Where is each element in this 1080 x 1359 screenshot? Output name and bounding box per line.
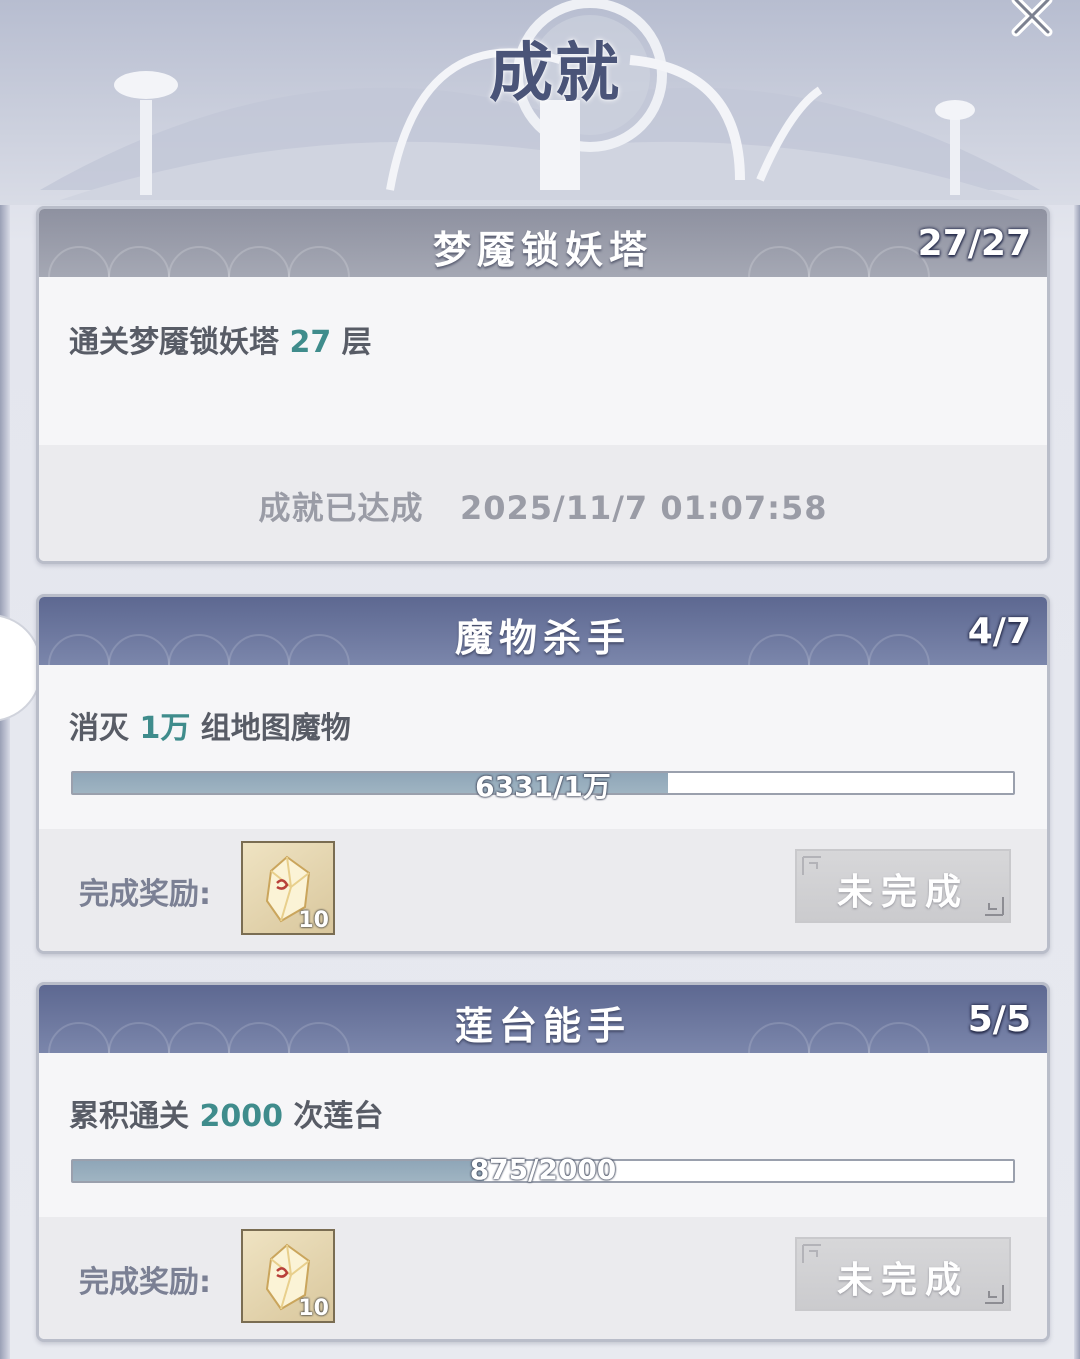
desc-text: 累积通关: [69, 1099, 200, 1134]
progress-text: 6331/1万: [475, 770, 611, 803]
progress-bar: 875/2000: [71, 1153, 1015, 1186]
achievement-card: 梦魇锁妖塔 27/27 通关梦魇锁妖塔 27 层 成就已达成 2025/11/7…: [36, 206, 1050, 564]
panel-header: 成就: [0, 0, 1080, 205]
close-icon[interactable]: [1004, 0, 1060, 40]
card-count: 27/27: [917, 223, 1031, 264]
desc-target-value: 2000: [199, 1099, 283, 1134]
card-title: 莲台能手: [454, 1003, 631, 1048]
achievement-description: 累积通关 2000 次莲台: [69, 1091, 383, 1135]
completion-timestamp: 2025/11/7 01:07:58: [459, 489, 828, 527]
reward-quantity: 10: [298, 1296, 329, 1321]
button-label: 未完成: [836, 1259, 969, 1301]
desc-target-value: 1万: [139, 711, 191, 746]
desc-text-suffix: 次莲台: [282, 1099, 384, 1134]
reward-item[interactable]: 10: [241, 841, 335, 935]
card-title: 魔物杀手: [454, 615, 631, 660]
incomplete-button[interactable]: 未完成: [795, 849, 1011, 923]
card-header: 梦魇锁妖塔 27/27: [39, 209, 1047, 277]
achievement-description: 消灭 1万 组地图魔物: [69, 703, 351, 747]
card-footer: 成就已达成 2025/11/7 01:07:58: [39, 445, 1047, 561]
desc-target-value: 27: [289, 325, 332, 360]
card-count: 4/7: [967, 611, 1031, 652]
desc-text-suffix: 组地图魔物: [190, 711, 351, 746]
card-count: 5/5: [967, 999, 1031, 1040]
reward-item[interactable]: 10: [241, 1229, 335, 1323]
card-title: 梦魇锁妖塔: [432, 227, 653, 272]
reward-label: 完成奖励:: [79, 1265, 211, 1300]
achievement-card: 魔物杀手 4/7 消灭 1万 组地图魔物 6331/1万 完成奖励: 10 未完…: [36, 594, 1050, 954]
achievement-description: 通关梦魇锁妖塔 27 层: [69, 317, 372, 361]
reward-label: 完成奖励:: [79, 877, 211, 912]
achievement-card: 莲台能手 5/5 累积通关 2000 次莲台 875/2000 完成奖励: 10…: [36, 982, 1050, 1342]
desc-text-suffix: 层: [331, 325, 372, 360]
card-footer: 完成奖励: 10 未完成: [39, 829, 1047, 951]
card-header: 魔物杀手 4/7: [39, 597, 1047, 665]
page-title: 成就: [489, 36, 621, 111]
progress-bar: 6331/1万: [71, 770, 1015, 803]
incomplete-button[interactable]: 未完成: [795, 1237, 1011, 1311]
status-text: 成就已达成: [258, 489, 424, 527]
reward-quantity: 10: [298, 908, 329, 933]
desc-text: 消灭: [69, 711, 140, 746]
progress-text: 875/2000: [469, 1153, 617, 1186]
button-label: 未完成: [836, 871, 969, 913]
card-footer: 完成奖励: 10 未完成: [39, 1217, 1047, 1339]
completion-info: 成就已达成 2025/11/7 01:07:58: [39, 483, 1047, 529]
desc-text: 通关梦魇锁妖塔: [69, 325, 290, 360]
card-header: 莲台能手 5/5: [39, 985, 1047, 1053]
